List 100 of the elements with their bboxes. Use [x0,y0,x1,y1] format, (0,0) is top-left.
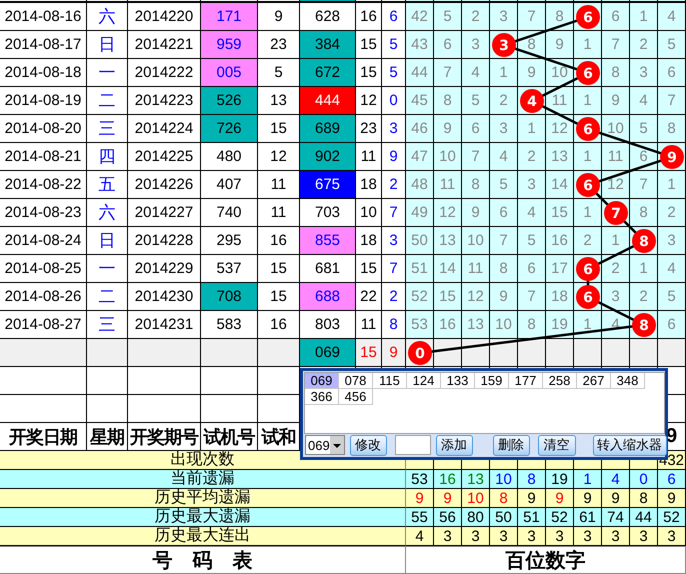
miss-count-cell: 3 [602,283,630,311]
miss-count-cell: 12 [546,115,574,143]
number-ball: 0 [408,341,432,365]
stat-label: 历史平均遗漏 [154,489,250,507]
number-ball: 3 [492,33,516,57]
number-list-item[interactable]: 267 [577,373,611,389]
stat-label: 当前遗漏 [170,470,234,488]
number-list-item[interactable]: 069 [305,373,339,389]
stat-label: 历史最大遗漏 [154,508,250,526]
draw-number-cell: 444 [300,87,356,115]
miss-count-cell: 3 [490,3,518,31]
number-list-item[interactable]: 115 [373,373,407,389]
table-caption: 号 码 表 [0,547,406,574]
number-list-item[interactable]: 124 [407,373,441,389]
miss-count-cell: 7 [630,171,658,199]
number-list-item[interactable]: 133 [441,373,475,389]
miss-count-cell: 7 [602,31,630,59]
number-ball: 9 [660,145,684,169]
miss-count-cell: 3 [658,227,686,255]
miss-count-cell: 11 [462,255,490,283]
miss-count-cell: 12 [602,171,630,199]
miss-count-cell: 51 [406,255,434,283]
stat-value: 3 [602,527,630,546]
number-list-item[interactable]: 177 [509,373,543,389]
miss-count-cell: 1 [574,143,602,171]
number-list-item[interactable]: 456 [339,389,373,405]
miss-count-cell: 4 [658,3,686,31]
miss-count-cell: 11 [602,143,630,171]
miss-count-cell: 15 [434,283,462,311]
miss-count-cell: 10 [602,115,630,143]
miss-count-cell: 9 [490,283,518,311]
stat-value: 3 [658,527,686,546]
draw-number-cell: 688 [300,283,356,311]
number-ball: 6 [576,285,600,309]
stat-label: 历史最大连出 [154,527,250,545]
trial-number-cell: 537 [201,255,258,283]
miss-count-cell: 45 [406,87,434,115]
miss-count-cell: 9 [546,31,574,59]
miss-count-cell: 52 [406,283,434,311]
miss-count-cell: 12 [462,283,490,311]
draw-number-cell: 902 [300,143,356,171]
miss-count-cell: 4 [658,255,686,283]
miss-count-cell: 46 [406,115,434,143]
miss-count-cell: 43 [406,31,434,59]
draw-number-cell: 681 [300,255,356,283]
number-list-item[interactable]: 348 [611,373,645,389]
miss-count-cell: 3 [630,59,658,87]
dialog-button[interactable]: 删除 [492,434,530,456]
miss-count-cell: 3 [490,115,518,143]
number-select[interactable]: 069 [305,435,345,456]
number-ball: 7 [604,201,628,225]
draw-number-cell: 672 [300,59,356,87]
miss-count-cell: 11 [434,171,462,199]
number-list-item[interactable]: 258 [543,373,577,389]
miss-count-cell: 2 [630,283,658,311]
input-field[interactable] [394,435,431,456]
trial-number-cell: 726 [201,115,258,143]
number-ball: 6 [576,5,600,29]
miss-count-cell: 49 [406,199,434,227]
miss-count-cell: 1 [574,199,602,227]
dialog-button[interactable]: 添加 [436,434,473,456]
miss-count-cell: 14 [434,255,462,283]
number-list-item[interactable]: 159 [475,373,509,389]
number-ball: 6 [576,117,600,141]
stat-value: 3 [518,527,546,546]
miss-count-cell: 9 [462,199,490,227]
draw-number-cell: 689 [300,115,356,143]
dialog-button[interactable]: 清空 [538,434,576,456]
number-ball: 4 [520,89,544,113]
dialog-button[interactable]: 转入缩水器 [592,434,667,456]
draw-number-cell: 703 [300,199,356,227]
miss-count-cell: 16 [434,311,462,339]
trial-number-cell: 708 [201,283,258,311]
miss-count-cell: 18 [546,283,574,311]
number-list-item[interactable]: 366 [305,389,339,405]
miss-count-cell: 8 [658,115,686,143]
miss-count-cell: 5 [434,3,462,31]
trial-number-cell: 959 [201,31,258,59]
miss-count-cell: 48 [406,171,434,199]
number-list-item[interactable]: 078 [339,373,373,389]
draw-number-cell: 855 [300,227,356,255]
miss-count-cell: 9 [518,59,546,87]
miss-count-cell: 4 [462,59,490,87]
miss-count-cell: 3 [518,171,546,199]
miss-count-cell: 10 [490,311,518,339]
miss-count-cell: 1 [630,255,658,283]
miss-count-cell: 7 [434,59,462,87]
miss-count-cell: 13 [462,311,490,339]
draw-number-cell: 803 [300,311,356,339]
miss-count-cell: 7 [518,283,546,311]
miss-count-cell: 6 [658,311,686,339]
stat-value: 3 [490,527,518,546]
stat-value: 3 [546,527,574,546]
miss-count-cell: 2 [574,227,602,255]
miss-count-cell: 19 [546,311,574,339]
miss-count-cell: 50 [406,227,434,255]
miss-count-cell: 2 [602,255,630,283]
dialog-button[interactable]: 修改 [350,434,387,456]
table-caption: 百位数字 [406,547,686,574]
draw-number-cell: 675 [300,171,356,199]
